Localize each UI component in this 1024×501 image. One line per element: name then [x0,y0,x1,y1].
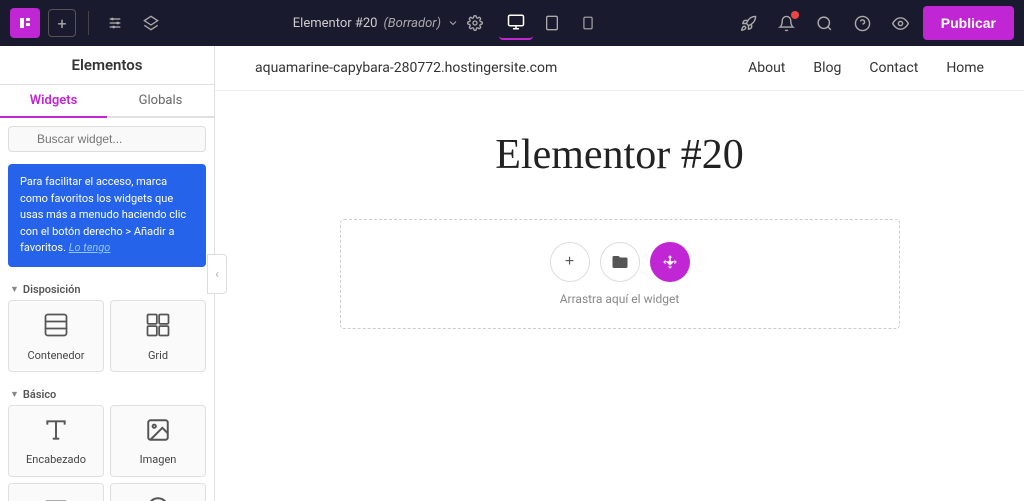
notification-badge [791,11,799,19]
canvas-area: aquamarine-capybara-280772.hostingersite… [215,46,1024,501]
page-main-title: Elementor #20 [495,131,743,179]
section-arrow-basico: ▼ [10,389,19,400]
preview-content: Elementor #20 + Arrastra aquí el widget [215,91,1024,501]
section-label-basico: Básico [23,388,56,401]
preview-navbar: aquamarine-capybara-280772.hostingersite… [215,46,1024,91]
hint-link[interactable]: Lo tengo [69,241,111,254]
add-element-button[interactable]: + [48,9,76,37]
desktop-view-button[interactable] [499,6,533,40]
settings-sliders-icon[interactable] [101,9,129,37]
tab-globals[interactable]: Globals [107,85,214,118]
rocket-icon[interactable] [733,7,765,39]
main-area: Elementos Widgets Globals 🔍 Para facilit… [0,46,1024,501]
disposicion-widgets-grid: Contenedor Grid [0,300,214,380]
widget-video[interactable]: Video [110,483,206,501]
sidebar: Elementos Widgets Globals 🔍 Para facilit… [0,46,215,501]
top-toolbar: + Elementor #20 (Borrador) [0,0,1024,46]
nav-contact[interactable]: Contact [869,60,918,76]
basico-widgets-grid: Encabezado Imagen Editor de texto [0,405,214,501]
search-wrap: 🔍 [8,126,206,152]
contenedor-icon [42,311,70,344]
section-disposicion[interactable]: ▼ Disposición [0,275,214,300]
tablet-view-button[interactable] [535,6,569,40]
hint-box: Para facilitar el acceso, marca como fav… [8,164,206,267]
section-label-disposicion: Disposición [23,283,81,296]
encabezado-icon [43,417,69,448]
center-title-area: Elementor #20 (Borrador) [173,6,725,40]
nav-home[interactable]: Home [946,60,984,76]
page-title-label: Elementor #20 [293,16,378,31]
page-settings-gear-icon[interactable] [459,7,491,39]
contenedor-label: Contenedor [27,349,84,362]
sidebar-tabs: Widgets Globals [0,85,214,118]
preview-eye-icon[interactable] [885,7,917,39]
drop-zone-label: Arrastra aquí el widget [560,292,680,306]
search-icon[interactable] [809,7,841,39]
widget-grid[interactable]: Grid [110,300,206,372]
nav-blog[interactable]: Blog [813,60,841,76]
drop-zone-actions: + [550,242,690,282]
add-widget-button[interactable]: + [550,242,590,282]
widget-imagen[interactable]: Imagen [110,405,206,477]
sidebar-content: ▼ Disposición Contenedor Grid [0,275,214,501]
notification-bell-icon[interactable] [771,7,803,39]
encabezado-label: Encabezado [26,453,86,466]
widget-drop-zone[interactable]: + Arrastra aquí el widget [340,219,900,329]
search-input[interactable] [8,126,206,152]
grid-icon [144,311,172,344]
grid-label: Grid [148,349,168,362]
viewport-switcher [499,6,605,40]
site-preview: aquamarine-capybara-280772.hostingersite… [215,46,1024,501]
divider [88,11,89,35]
sidebar-title: Elementos [0,46,214,85]
layers-icon[interactable] [137,9,165,37]
preview-site-url: aquamarine-capybara-280772.hostingersite… [255,60,748,76]
search-area: 🔍 [0,118,214,160]
widget-encabezado[interactable]: Encabezado [8,405,104,477]
mobile-view-button[interactable] [571,6,605,40]
help-icon[interactable] [847,7,879,39]
add-template-button[interactable] [600,242,640,282]
section-basico[interactable]: ▼ Básico [0,380,214,405]
elementor-logo-button[interactable] [10,8,40,38]
imagen-icon [145,417,171,448]
preview-nav-menu: About Blog Contact Home [748,60,984,76]
nav-about[interactable]: About [748,60,785,76]
editor-texto-icon [43,495,69,501]
collapse-sidebar-button[interactable]: ‹ [207,254,227,294]
tab-widgets[interactable]: Widgets [0,85,107,118]
publish-button[interactable]: Publicar [923,6,1014,40]
sidebar-wrapper: Elementos Widgets Globals 🔍 Para facilit… [0,46,215,501]
move-widget-button[interactable] [650,242,690,282]
video-icon [145,495,171,501]
widget-editor-texto[interactable]: Editor de texto [8,483,104,501]
widget-contenedor[interactable]: Contenedor [8,300,104,372]
page-title-selector[interactable]: Elementor #20 (Borrador) [293,16,459,31]
section-arrow-disposicion: ▼ [10,284,19,295]
imagen-label: Imagen [140,453,177,466]
right-actions: Publicar [733,6,1014,40]
draft-label: (Borrador) [383,16,440,31]
